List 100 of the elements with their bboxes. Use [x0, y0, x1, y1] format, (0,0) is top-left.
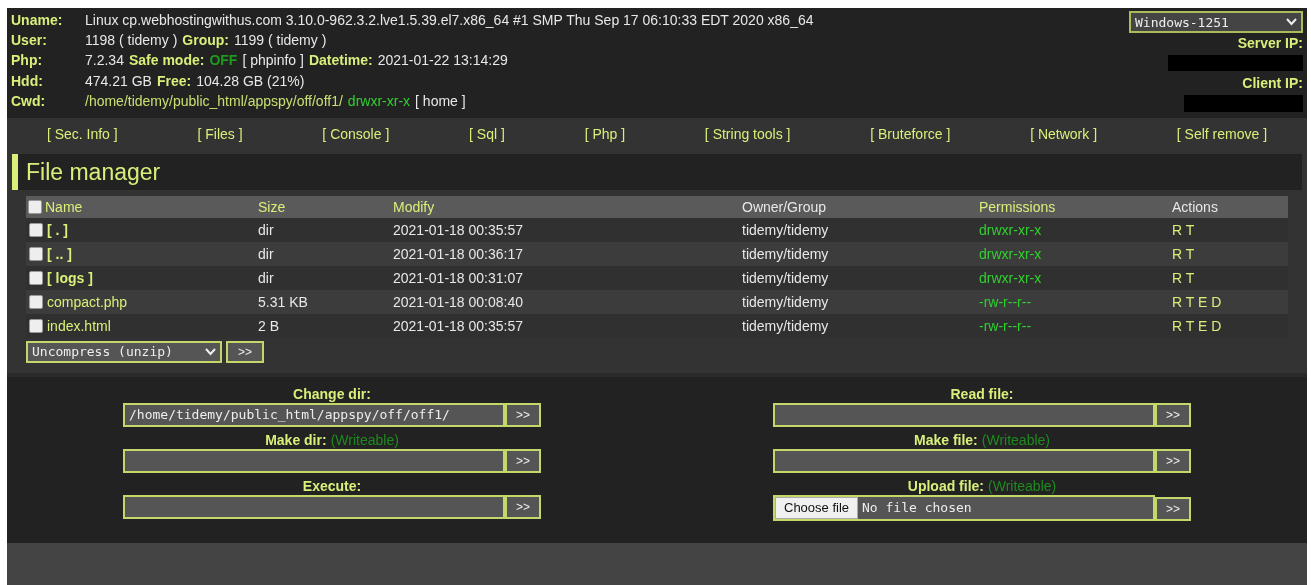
permissions-link[interactable]: drwxr-xr-x [977, 267, 1170, 289]
column-header[interactable]: Name [45, 196, 83, 218]
input-value: /home/tidemy/public_html/appspy/off/off1/ [129, 406, 450, 425]
modify-cell-text: 2021-01-18 00:36:17 [392, 244, 524, 264]
owner-cell-text: tidemy/tidemy [741, 268, 830, 288]
path-input[interactable] [773, 403, 1155, 427]
file-link[interactable]: compact.php [47, 291, 128, 313]
chevron-down-icon [205, 348, 216, 356]
size-cell-text: dir [257, 220, 275, 240]
info-label: Group: [182, 31, 229, 51]
info-value: 2021-01-22 13:14:29 [377, 51, 508, 71]
size-cell-text: 5.31 KB [257, 292, 309, 312]
checkbox[interactable] [29, 271, 43, 285]
folder-link[interactable]: [ logs ] [47, 267, 93, 289]
file-link[interactable]: index.html [47, 315, 111, 337]
checkbox[interactable] [29, 295, 43, 309]
info-label: Cwd: [11, 91, 47, 111]
nav-link[interactable]: [ Php ] [584, 124, 626, 145]
nav-link[interactable]: [ Self remove ] [1176, 124, 1268, 145]
go-button[interactable]: >> [1155, 449, 1191, 473]
path-input[interactable]: /home/tidemy/public_html/appspy/off/off1/ [123, 403, 505, 427]
folder-link[interactable]: [ .. ] [47, 243, 72, 265]
field-label: Make file: [914, 431, 978, 449]
path-input[interactable] [123, 449, 505, 473]
column-header[interactable]: Modify [393, 196, 435, 218]
nav-link[interactable]: [ Sql ] [469, 124, 505, 145]
info-link[interactable]: [ home ] [415, 91, 466, 112]
cwd-path[interactable]: /home/tidemy/public_html/appspy/off/off1/ [85, 91, 343, 112]
path-input[interactable] [123, 495, 505, 519]
writeable-note: (Writeable) [330, 431, 399, 449]
info-value: 1198 ( tidemy ) [85, 31, 178, 51]
go-button[interactable]: >> [505, 495, 541, 519]
field-label: Execute: [302, 477, 362, 495]
writeable-note: (Writeable) [988, 477, 1057, 495]
checkbox[interactable] [29, 223, 43, 237]
info-label: Datetime: [308, 51, 373, 71]
nav-link[interactable]: [ Sec. Info ] [46, 124, 118, 145]
nav-link[interactable]: [ Console ] [322, 124, 390, 145]
section-title: File manager [26, 157, 161, 187]
owner-cell-text: tidemy/tidemy [741, 220, 830, 240]
go-button[interactable]: >> [505, 403, 541, 427]
field-label: Read file: [950, 385, 1014, 403]
folder-link[interactable]: [ . ] [47, 219, 68, 241]
nav-link[interactable]: [ Files ] [197, 124, 243, 145]
checkbox[interactable] [28, 200, 42, 214]
go-button[interactable]: >> [505, 449, 541, 473]
server-ip-label: Server IP: [1237, 34, 1303, 53]
column-header[interactable]: Permissions [979, 196, 1056, 218]
info-label: Php: [11, 51, 44, 71]
file-input[interactable]: Choose file No file chosen [773, 495, 1155, 521]
field-label: Upload file: [907, 477, 984, 495]
size-cell-text: dir [257, 268, 275, 288]
column-header[interactable]: Actions [1172, 196, 1218, 218]
go-button[interactable]: >> [1155, 497, 1191, 521]
info-label: Hdd: [11, 71, 44, 91]
path-input[interactable] [773, 449, 1155, 473]
permissions-link[interactable]: drwxr-xr-x [977, 219, 1170, 241]
charset-value: Windows-1251 [1135, 13, 1229, 32]
permissions-text: drwxr-xr-x [347, 91, 411, 111]
owner-cell-text: tidemy/tidemy [741, 316, 830, 336]
info-value: 1199 ( tidemy ) [234, 31, 327, 51]
info-value: 7.2.34 [85, 51, 124, 71]
actions-links[interactable]: R T [1170, 219, 1288, 241]
nav-link[interactable]: [ String tools ] [704, 124, 791, 145]
info-label: Uname: [11, 11, 64, 30]
modify-cell-text: 2021-01-18 00:31:07 [392, 268, 524, 288]
go-button[interactable]: >> [226, 341, 264, 363]
go-button[interactable]: >> [1155, 403, 1191, 427]
charset-select[interactable]: Windows-1251 [1129, 11, 1303, 33]
owner-cell-text: tidemy/tidemy [741, 244, 830, 264]
info-value: 474.21 GB [85, 71, 152, 91]
info-label: User: [11, 31, 48, 51]
permissions-link[interactable]: drwxr-xr-x [977, 243, 1170, 265]
checkbox[interactable] [29, 247, 43, 261]
safe-mode-status: OFF [209, 51, 238, 71]
field-label: Make dir: [265, 431, 327, 449]
chevron-down-icon [1286, 18, 1297, 26]
permissions-link[interactable]: -rw-r--r-- [977, 315, 1170, 337]
checkbox[interactable] [29, 319, 43, 333]
permissions-link[interactable]: -rw-r--r-- [977, 291, 1170, 313]
file-status: No file chosen [862, 499, 972, 518]
actions-links[interactable]: R T E D [1170, 291, 1288, 313]
actions-links[interactable]: R T [1170, 243, 1288, 265]
modify-cell-text: 2021-01-18 00:35:57 [392, 220, 524, 240]
choose-file-button[interactable]: Choose file [775, 497, 859, 519]
info-label: Free: [156, 71, 192, 91]
bulk-action-value: Uncompress (unzip) [32, 343, 173, 362]
size-cell-text: dir [257, 244, 275, 264]
size-cell-text: 2 B [257, 316, 280, 336]
field-label: Change dir: [293, 385, 371, 403]
bulk-action-select[interactable]: Uncompress (unzip) [26, 341, 222, 363]
nav-link[interactable]: [ Bruteforce ] [870, 124, 951, 145]
info-link[interactable]: [ phpinfo ] [242, 51, 304, 72]
column-header[interactable]: Owner/Group [742, 196, 827, 218]
column-header[interactable]: Size [258, 196, 286, 218]
actions-links[interactable]: R T E D [1170, 315, 1288, 337]
nav-link[interactable]: [ Network ] [1030, 124, 1098, 145]
info-label: Safe mode: [128, 51, 205, 71]
actions-links[interactable]: R T [1170, 267, 1288, 289]
client-ip-label: Client IP: [1242, 74, 1303, 93]
